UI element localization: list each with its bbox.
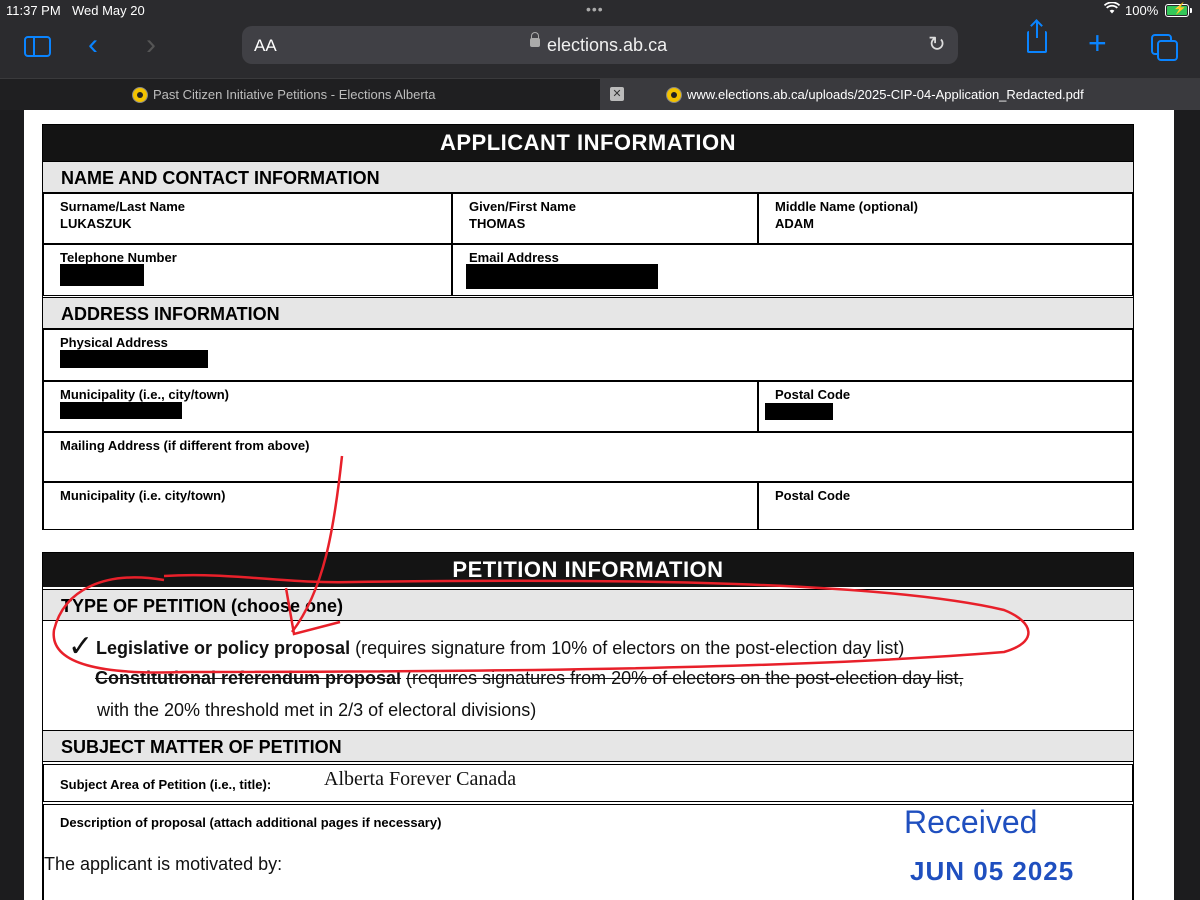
tabs-overview-icon[interactable]: [1151, 34, 1178, 61]
reload-icon[interactable]: ↻: [928, 32, 946, 57]
text-size-button[interactable]: AA: [254, 36, 277, 56]
wifi-icon: [1103, 1, 1121, 17]
bolt-icon: ⚡: [1173, 3, 1187, 15]
elections-favicon-icon: [132, 87, 148, 103]
pdf-document-page[interactable]: APPLICANT INFORMATION NAME AND CONTACT I…: [24, 110, 1174, 900]
new-tab-plus-icon[interactable]: +: [1088, 27, 1107, 59]
back-chevron-icon[interactable]: ‹: [88, 30, 98, 60]
url-text: elections.ab.ca: [547, 35, 668, 55]
legislative-checkmark: ✓: [68, 630, 93, 663]
browser-toolbar: ‹ › AA elections.ab.ca ↻ +: [0, 21, 1200, 78]
sidebar-toggle-icon[interactable]: [24, 36, 51, 57]
close-tab-icon[interactable]: ✕: [610, 87, 624, 101]
annotation-ellipse: [52, 573, 1030, 674]
lock-icon: [530, 32, 540, 47]
battery-charging-icon: ⚡: [1165, 3, 1192, 17]
tab-past-petitions[interactable]: Past Citizen Initiative Petitions - Elec…: [0, 79, 600, 110]
elections-favicon-icon: [666, 87, 682, 103]
address-bar[interactable]: AA elections.ab.ca ↻: [242, 26, 958, 64]
multitasking-dots-icon[interactable]: •••: [586, 1, 604, 17]
status-date: Wed May 20: [72, 3, 145, 18]
tab-bar: Past Citizen Initiative Petitions - Elec…: [0, 78, 1200, 110]
tab-title: www.elections.ab.ca/uploads/2025-CIP-04-…: [687, 87, 1084, 102]
tab-pdf-application[interactable]: ✕ www.elections.ab.ca/uploads/2025-CIP-0…: [600, 79, 1200, 110]
share-icon[interactable]: [1027, 21, 1047, 53]
status-time: 11:37 PM: [6, 3, 61, 18]
tab-title: Past Citizen Initiative Petitions - Elec…: [153, 87, 436, 102]
annotation-arrow-line: [291, 455, 344, 633]
battery-percent: 100%: [1125, 3, 1159, 18]
status-bar: 11:37 PM Wed May 20 ••• 100% ⚡: [0, 0, 1200, 22]
forward-chevron-icon[interactable]: ›: [146, 30, 156, 60]
red-annotation-overlay: ✓: [52, 455, 1030, 674]
